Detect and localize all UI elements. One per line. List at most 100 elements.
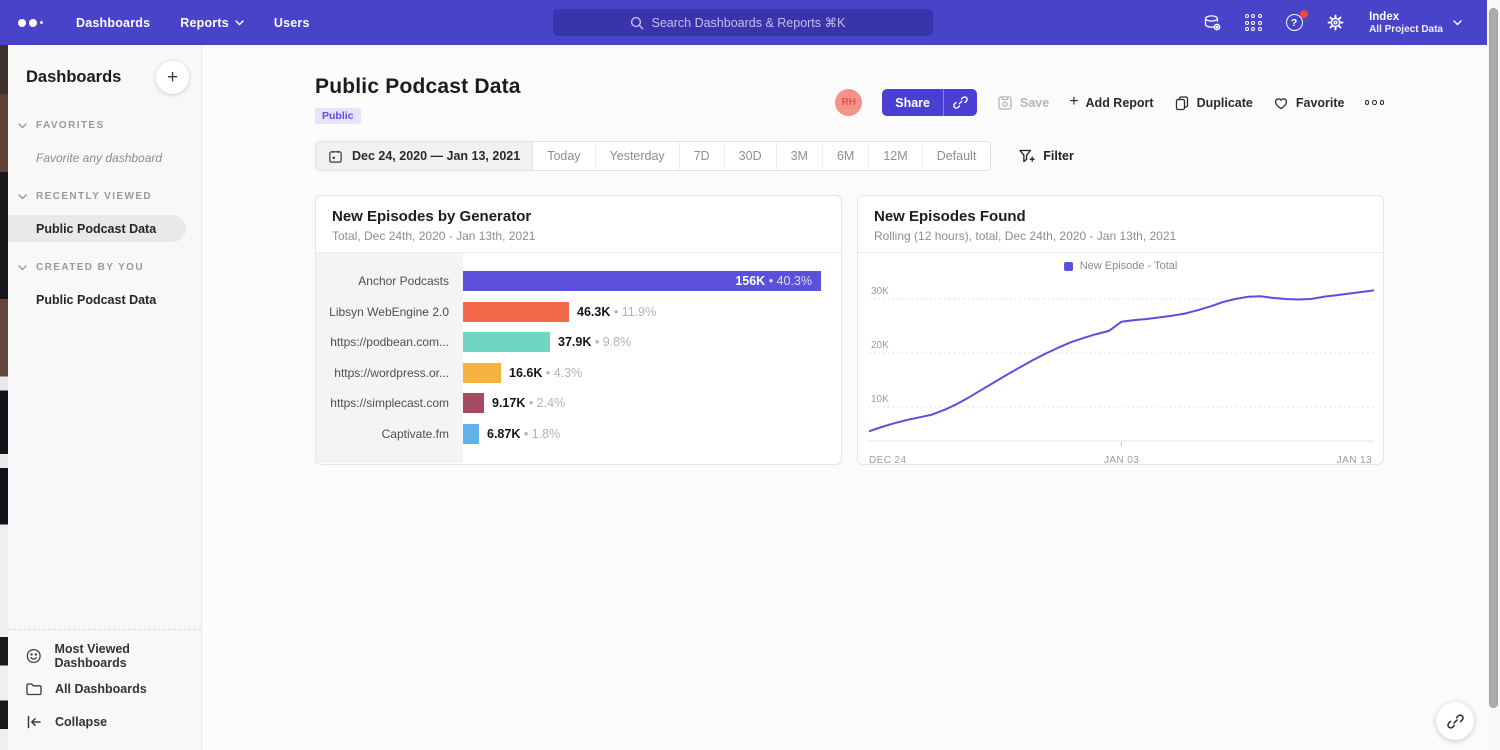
chart-legend[interactable]: New Episode - Total [869,255,1372,277]
save-label: Save [1020,96,1049,110]
bar-row: Anchor Podcasts156K • 40.3% [316,266,841,297]
bar[interactable]: 37.9K • 9.8% [463,332,550,352]
help-icon[interactable]: ? [1283,12,1305,34]
x-tick: JAN 03 [1104,455,1139,465]
preset-7d[interactable]: 7D [680,142,725,170]
hint-label: Favorite any dashboard [36,151,162,165]
y-tick-label: 10K [871,394,889,405]
bar-track: 16.6K • 4.3% [463,363,841,383]
data-taxonomy-icon[interactable] [1201,12,1223,34]
preset-default[interactable]: Default [923,142,991,170]
chart-title: New Episodes by Generator [332,208,825,225]
background-window-sliver [0,45,8,750]
bar-value-label: 156K • 40.3% [735,271,812,291]
project-labels: Index All Project Data [1369,10,1443,36]
page-actions: RH Share Save + Add Report [835,89,1384,116]
favorite-button[interactable]: Favorite [1273,95,1345,111]
card-header[interactable]: New Episodes Found Rolling (12 hours), t… [858,196,1383,253]
sidebar: Dashboards + FAVORITES Favorite any dash… [8,45,202,750]
link-icon [953,95,968,110]
bar[interactable]: 156K • 40.3% [463,271,821,291]
bar-chart-area: Anchor Podcasts156K • 40.3%Libsyn WebEng… [316,253,841,463]
bar-value-label: 46.3K • 11.9% [577,302,656,322]
nav-item-dashboards[interactable]: Dashboards [76,16,150,30]
preset-yesterday[interactable]: Yesterday [596,142,680,170]
nav-item-label: Users [274,16,310,30]
bar[interactable]: 16.6K • 4.3% [463,363,501,383]
bar[interactable]: 9.17K • 2.4% [463,393,484,413]
date-filter-row: Dec 24, 2020 — Jan 13, 2021 Today Yester… [315,141,1384,171]
preset-today[interactable]: Today [533,142,595,170]
global-search[interactable] [553,9,933,36]
share-button[interactable]: Share [882,89,977,116]
share-label[interactable]: Share [882,89,944,116]
x-tick: JAN 13 [1337,455,1372,465]
item-label: Public Podcast Data [36,293,156,307]
apps-grid-icon[interactable] [1242,12,1264,34]
notification-badge [1300,10,1308,18]
line-chart-area: New Episode - Total 10K20K30K DEC 24 JAN… [858,255,1383,465]
bar-row: Captivate.fm6.87K • 1.8% [316,419,841,450]
add-report-button[interactable]: + Add Report [1069,96,1153,110]
bar-track: 156K • 40.3% [463,271,841,291]
settings-gear-icon[interactable] [1324,12,1346,34]
chevron-down-icon [18,265,27,271]
chevron-down-icon [18,123,27,129]
bar-value-label: 16.6K • 4.3% [509,363,582,383]
bar-track: 9.17K • 2.4% [463,393,841,413]
chart-title: New Episodes Found [874,208,1367,225]
bar-row: https://podbean.com...37.9K • 9.8% [316,327,841,358]
date-range-picker[interactable]: Dec 24, 2020 — Jan 13, 2021 [316,142,533,170]
avatar[interactable]: RH [835,89,862,116]
new-dashboard-button[interactable]: + [156,61,189,94]
nav-item-users[interactable]: Users [274,16,310,30]
all-dashboards[interactable]: All Dashboards [8,672,201,705]
preset-12m[interactable]: 12M [869,142,922,170]
app-logo-icon[interactable] [18,19,48,27]
y-tick-label: 30K [871,286,889,297]
preset-6m[interactable]: 6M [823,142,869,170]
heart-icon [1273,95,1289,111]
legend-label: New Episode - Total [1080,260,1178,272]
nav-right-icons: ? Index All Project Data [1201,10,1462,36]
search-input[interactable] [652,16,857,30]
section-favorites[interactable]: FAVORITES [8,120,201,131]
line-chart-card: New Episodes Found Rolling (12 hours), t… [857,195,1384,465]
footer-label: Most Viewed Dashboards [54,642,201,670]
duplicate-button[interactable]: Duplicate [1174,95,1253,111]
scrollbar-thumb[interactable] [1489,8,1498,708]
preset-30d[interactable]: 30D [725,142,777,170]
main-content: Public Podcast Data Public RH Share Save [202,45,1500,750]
collapse-arrow-icon [25,713,43,731]
most-viewed-dashboards[interactable]: Most Viewed Dashboards [8,639,201,672]
filter-button[interactable]: Filter [1018,148,1074,164]
bar[interactable]: 46.3K • 11.9% [463,302,569,322]
more-options-button[interactable] [1365,96,1385,109]
preset-3m[interactable]: 3M [777,142,823,170]
share-link-fab[interactable] [1436,702,1474,740]
bar-track: 6.87K • 1.8% [463,424,841,444]
bar-track: 46.3K • 11.9% [463,302,841,322]
bar[interactable]: 6.87K • 1.8% [463,424,479,444]
line-chart-svg[interactable]: 10K 20K 30K [869,277,1374,447]
project-switcher[interactable]: Index All Project Data [1369,10,1462,36]
copy-link-button[interactable] [944,89,977,116]
y-tick-label: 20K [871,340,889,351]
line-series[interactable] [869,290,1374,431]
collapse-sidebar[interactable]: Collapse [8,705,201,738]
sidebar-item-public-podcast-data[interactable]: Public Podcast Data [8,286,201,313]
chevron-down-icon [18,194,27,200]
nav-item-label: Dashboards [76,16,150,30]
project-scope: All Project Data [1369,24,1443,35]
card-header[interactable]: New Episodes by Generator Total, Dec 24t… [316,196,841,253]
sidebar-item-public-podcast-data[interactable]: Public Podcast Data [8,215,186,242]
nav-item-reports[interactable]: Reports [180,16,244,30]
section-recently-viewed[interactable]: RECENTLY VIEWED [8,191,201,202]
footer-label: Collapse [55,715,107,729]
section-created-by-you[interactable]: CREATED BY YOU [8,262,201,273]
date-range-label: Dec 24, 2020 — Jan 13, 2021 [352,149,520,163]
save-button[interactable]: Save [997,95,1049,111]
bar-category-label: https://podbean.com... [316,335,463,349]
favorites-empty-hint: Favorite any dashboard [8,144,201,171]
nav-item-label: Reports [180,16,229,30]
